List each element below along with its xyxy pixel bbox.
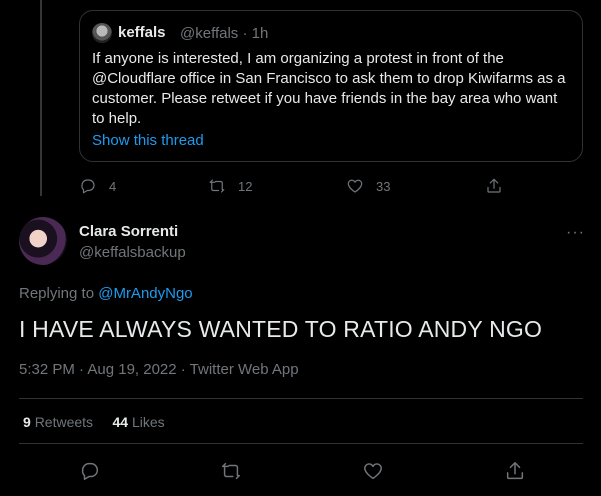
likes-stat[interactable]: 44 Likes — [113, 414, 165, 430]
divider — [19, 443, 583, 444]
like-icon — [347, 179, 363, 193]
avatar[interactable] — [19, 217, 67, 265]
quoted-handle: @keffals · 1h — [180, 25, 269, 42]
divider — [19, 398, 583, 399]
like-icon — [364, 463, 382, 480]
share-icon — [506, 462, 524, 480]
reply-button[interactable]: 4 — [79, 177, 116, 195]
retweet-icon — [222, 462, 240, 480]
reply-button-main[interactable] — [79, 460, 101, 482]
like-count: 33 — [376, 178, 391, 194]
engagement-stats: 9 Retweets 44 Likes — [23, 414, 165, 430]
replying-to-link[interactable]: @MrAndyNgo — [98, 285, 192, 302]
quoted-text: If anyone is interested, I am organizing… — [92, 50, 566, 127]
share-icon — [487, 178, 501, 193]
quoted-avatar[interactable] — [92, 23, 112, 43]
reply-icon — [81, 179, 95, 194]
likes-stat-label: Likes — [131, 414, 165, 430]
display-name[interactable]: Clara Sorrenti — [79, 223, 178, 240]
retweet-icon — [209, 179, 225, 193]
more-icon[interactable]: ··· — [566, 224, 585, 242]
like-button-main[interactable] — [362, 460, 384, 482]
quoted-display-name[interactable]: keffals — [118, 24, 166, 41]
reply-count: 4 — [109, 178, 117, 194]
show-thread-link[interactable]: Show this thread — [92, 132, 204, 149]
likes-stat-count: 44 — [112, 414, 129, 430]
share-button-main[interactable] — [504, 460, 526, 482]
tweet-timestamp[interactable]: 5:32 PM · Aug 19, 2022 · Twitter Web App — [19, 361, 299, 378]
quoted-tweet[interactable]: keffals @keffals · 1h If anyone is inter… — [79, 10, 583, 162]
like-button[interactable]: 33 — [346, 177, 390, 195]
retweet-button-main[interactable] — [220, 460, 242, 482]
retweet-count: 12 — [238, 178, 253, 194]
thread-line — [40, 0, 42, 196]
share-button[interactable] — [485, 177, 503, 195]
retweets-stat[interactable]: 9 Retweets — [23, 414, 97, 430]
retweet-button[interactable]: 12 — [208, 177, 252, 195]
tweet-text: I HAVE ALWAYS WANTED TO RATIO ANDY NGO — [19, 316, 543, 342]
reply-icon — [81, 462, 99, 480]
user-handle[interactable]: @keffalsbackup — [79, 244, 186, 261]
retweets-stat-count: 9 — [23, 414, 31, 430]
replying-to-prefix: Replying to — [19, 285, 95, 302]
retweets-stat-label: Retweets — [34, 414, 94, 430]
replying-to: Replying to @MrAndyNgo — [19, 285, 193, 302]
